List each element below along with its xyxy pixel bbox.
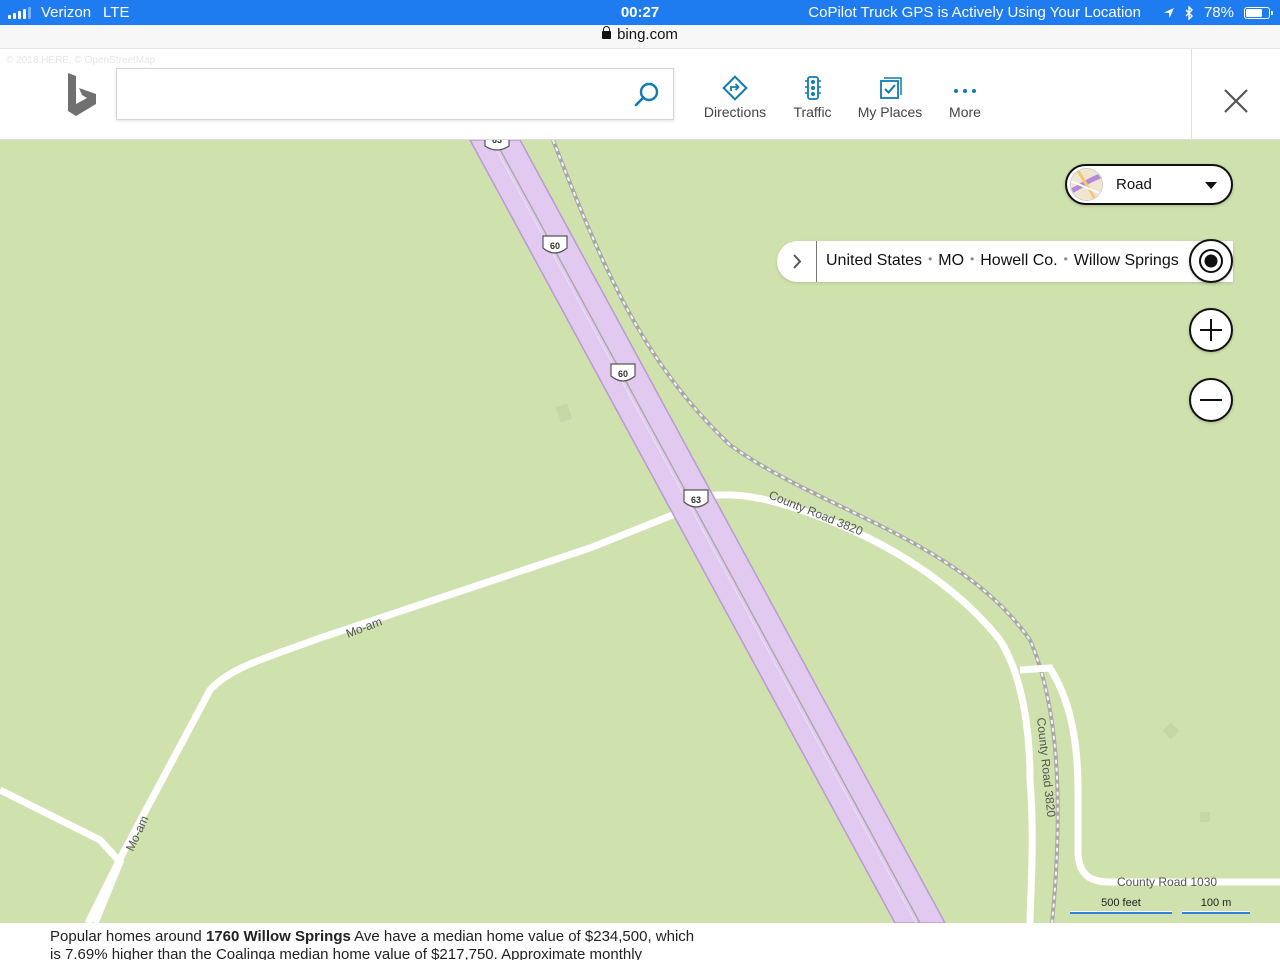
article-line-1: Popular homes around 1760 Willow Springs… [50, 928, 695, 945]
address-bold: 1760 Willow Springs [205, 928, 351, 945]
bing-logo-icon[interactable] [66, 71, 106, 119]
chevron-down-icon [1205, 182, 1217, 189]
page-article-text: Popular homes around 1760 Willow Springs… [50, 928, 710, 960]
traffic-light-icon [804, 76, 821, 100]
more-button[interactable]: More [940, 75, 990, 125]
map-copyright: © 2018 HERE, © OpenStreetMap [6, 55, 156, 66]
zoom-in-button[interactable] [1189, 308, 1233, 352]
route-shield-60-upper: 60 [542, 235, 568, 254]
my-places-button[interactable]: My Places [855, 75, 925, 125]
locate-me-button[interactable] [1189, 239, 1233, 283]
road-label-county-road-1030: County Road 1030 [1117, 875, 1217, 889]
breadcrumb-state[interactable]: MO [938, 252, 964, 269]
my-places-icon [880, 77, 902, 99]
road-label-mo-am-lower: Mo-am [123, 814, 151, 854]
traffic-label: Traffic [793, 104, 832, 120]
map-style-label: Road [1116, 176, 1152, 193]
bing-header: © 2018 HERE, © OpenStreetMap Directions … [0, 49, 1280, 140]
chevron-right-icon [793, 254, 802, 269]
locate-target-icon [1199, 249, 1223, 273]
location-arrow-icon [1163, 7, 1174, 18]
battery-icon [1244, 6, 1273, 19]
more-label: More [949, 104, 981, 120]
carrier-name: Verizon [41, 4, 92, 21]
directions-icon [722, 75, 748, 101]
browser-url-bar[interactable]: bing.com [0, 25, 1280, 49]
scale-bar-meters: 100 m [1182, 897, 1250, 914]
url-text: bing.com [617, 26, 678, 43]
location-notice[interactable]: CoPilot Truck GPS is Actively Using Your… [808, 4, 1141, 21]
plus-icon [1200, 319, 1222, 341]
my-places-label: My Places [857, 104, 923, 120]
status-bar: Verizon LTE 00:27 CoPilot Truck GPS is A… [0, 0, 1280, 25]
route-shield-60-middle: 60 [610, 363, 636, 382]
url-display[interactable]: bing.com [0, 26, 1280, 43]
map-canvas[interactable]: 63 60 60 63 County Road 3820 County Road… [0, 140, 1280, 923]
signal-strength-icon [8, 6, 31, 19]
close-icon[interactable] [1218, 83, 1254, 119]
search-input[interactable] [127, 79, 617, 109]
map-style-thumbnail [1070, 168, 1103, 201]
svg-text:63: 63 [691, 495, 701, 505]
scale-meters-label: 100 m [1200, 897, 1232, 909]
scale-bar-feet: 500 feet [1070, 897, 1172, 914]
lock-icon [602, 26, 612, 39]
network-type: LTE [103, 4, 130, 21]
search-box[interactable] [116, 68, 674, 120]
directions-label: Directions [703, 104, 767, 120]
more-dots-icon [954, 89, 976, 93]
battery-fill [1246, 8, 1262, 17]
battery-percent: 78% [1203, 4, 1234, 21]
status-right: CoPilot Truck GPS is Actively Using Your… [808, 4, 1273, 21]
scale-feet-label: 500 feet [1101, 897, 1141, 909]
minus-icon [1200, 399, 1222, 401]
bluetooth-icon [1185, 5, 1193, 20]
breadcrumb-city[interactable]: Willow Springs [1074, 252, 1179, 269]
location-breadcrumb: United States • MO • Howell Co. • Willow Sprin… [777, 241, 1233, 282]
zoom-out-button[interactable] [1189, 378, 1233, 422]
svg-text:60: 60 [618, 369, 628, 379]
breadcrumb-county[interactable]: Howell Co. [980, 252, 1057, 269]
route-shield-63-top: 63 [484, 140, 510, 151]
road-label-mo-am: Mo-am [344, 614, 384, 640]
route-shield-63-lower: 63 [683, 489, 709, 508]
svg-text:60: 60 [550, 241, 560, 251]
breadcrumb-items: United States • MO • Howell Co. • Willow Sprin… [826, 252, 1179, 269]
directions-button[interactable]: Directions [700, 75, 770, 125]
header-divider [1191, 49, 1192, 139]
breadcrumb-expand-button[interactable] [777, 241, 817, 282]
article-line-2: is 7.69% higher than the Coalinga median… [50, 946, 643, 960]
map-style-selector[interactable]: Road [1065, 164, 1233, 205]
traffic-button[interactable]: Traffic [785, 75, 840, 125]
breadcrumb-country[interactable]: United States [826, 252, 922, 269]
svg-text:63: 63 [492, 140, 502, 145]
status-left: Verizon LTE [8, 4, 129, 21]
search-icon[interactable] [631, 79, 663, 111]
